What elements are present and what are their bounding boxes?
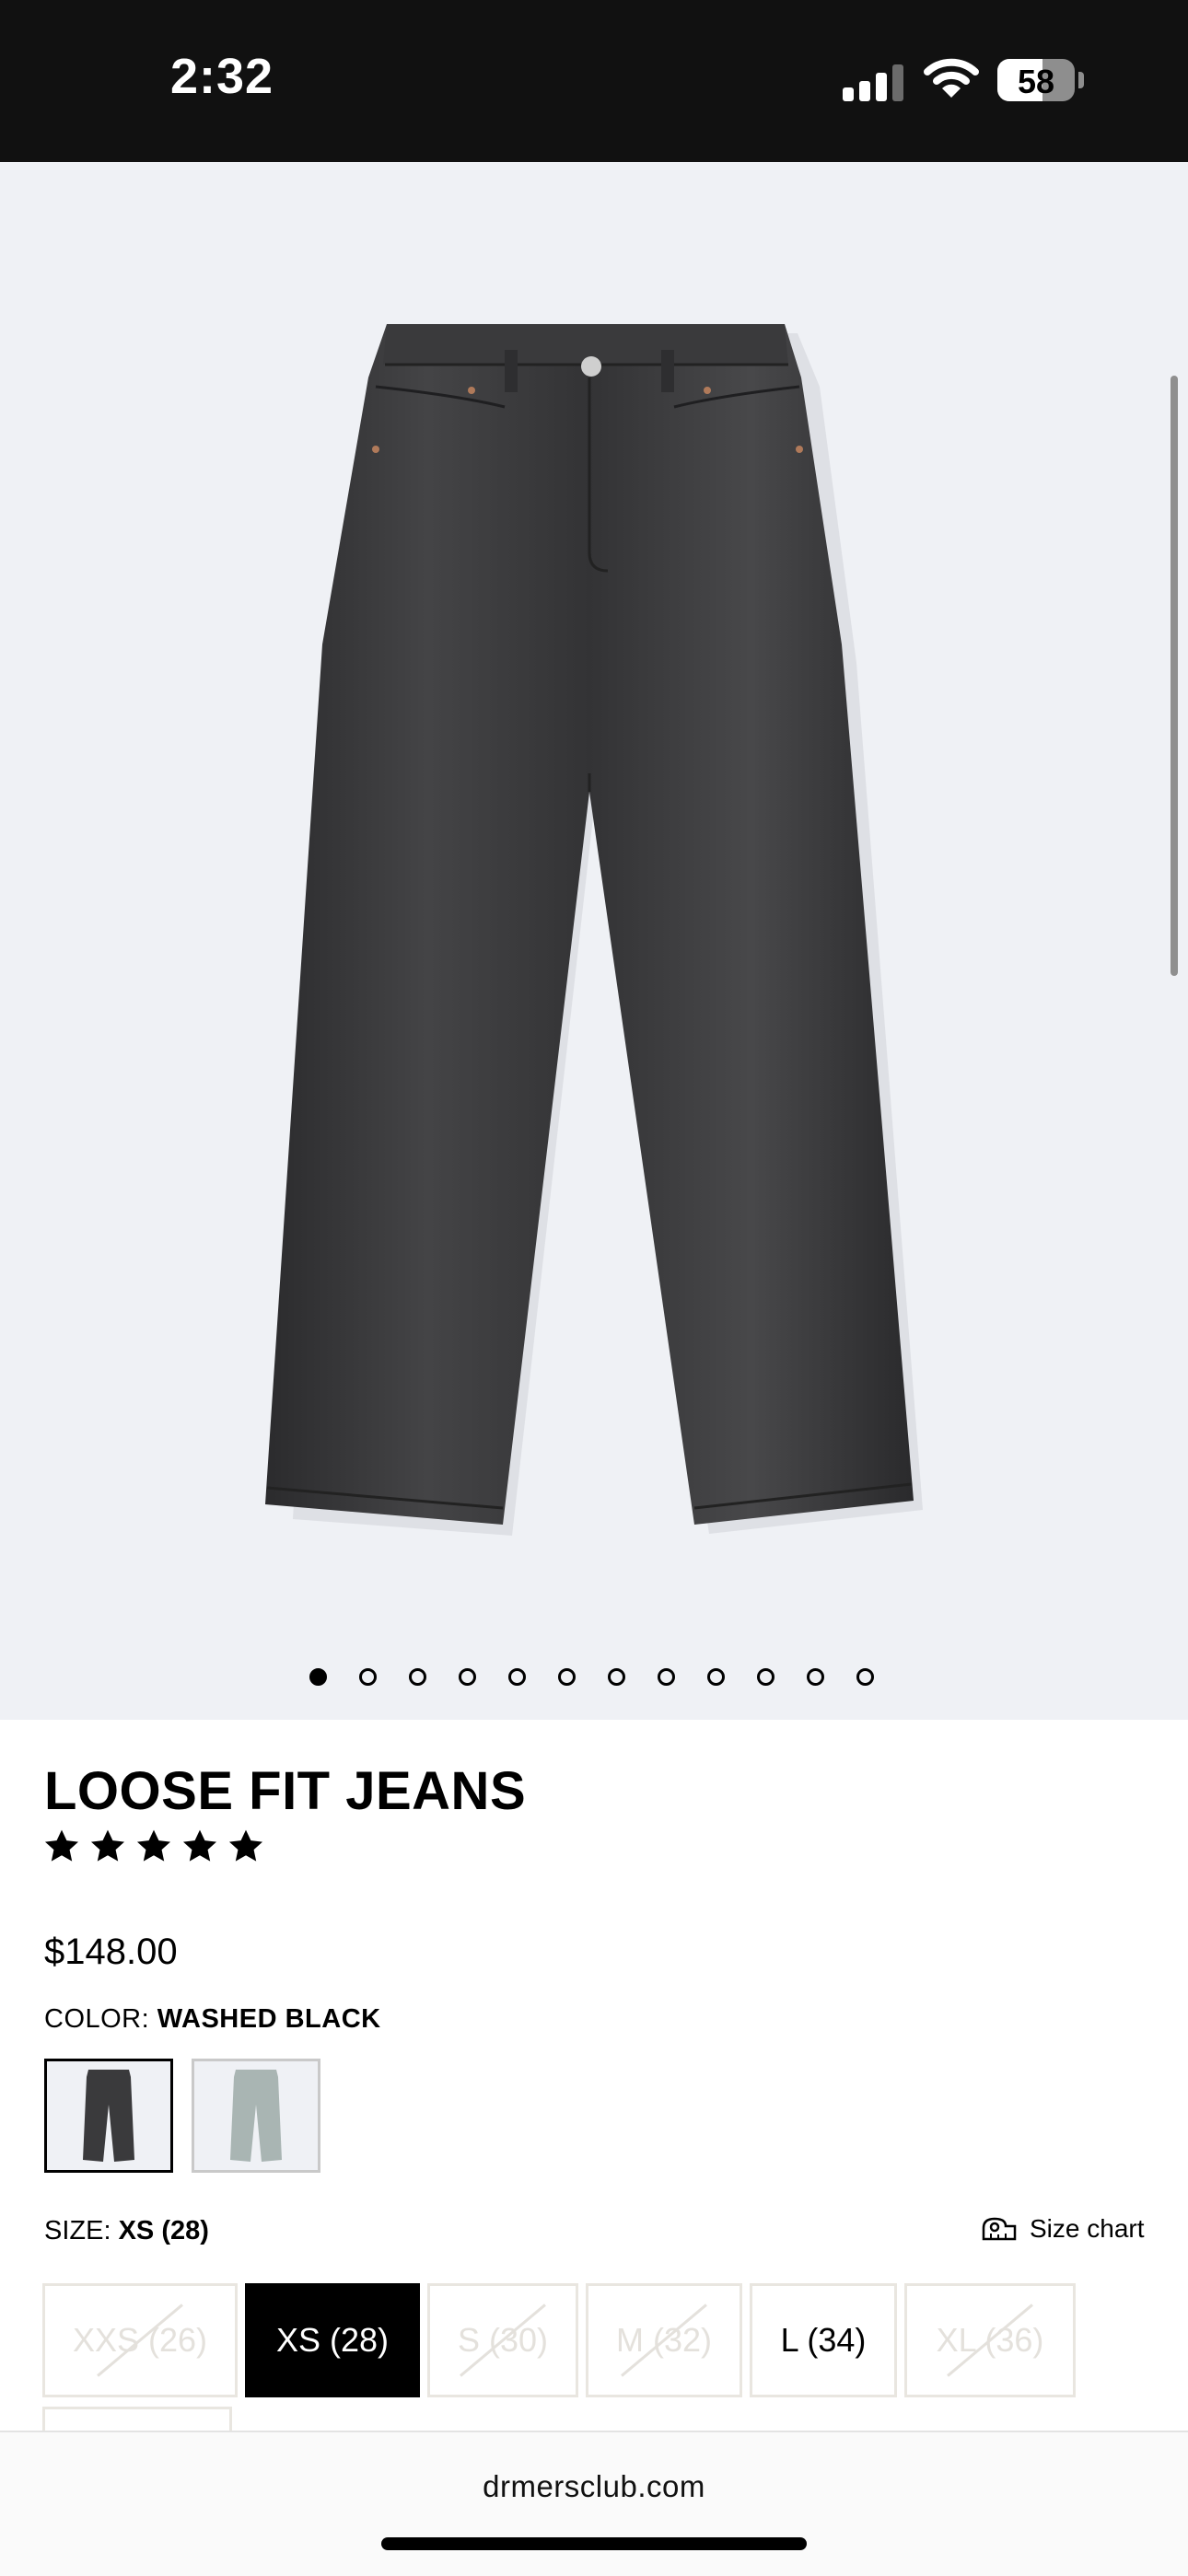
jeans-thumbnail-washed-black xyxy=(83,2070,134,2162)
battery-cap xyxy=(1078,72,1084,88)
star-icon xyxy=(228,1829,263,1862)
product-price: $148.00 xyxy=(44,1932,178,1972)
star-icon xyxy=(90,1829,125,1862)
star-icon xyxy=(44,1829,79,1862)
gallery-dot[interactable] xyxy=(757,1668,775,1686)
color-label-row: COLOR: WASHED BLACK xyxy=(44,2004,381,2035)
gallery-dot[interactable] xyxy=(359,1668,377,1686)
size-option-m[interactable]: M (32) xyxy=(586,2283,742,2397)
jeans-thumbnail-light-wash xyxy=(230,2070,282,2162)
status-bar: 2:32 58 xyxy=(0,0,1188,162)
gallery-dot[interactable] xyxy=(856,1668,874,1686)
size-option-s[interactable]: S (30) xyxy=(427,2283,578,2397)
status-time: 2:32 xyxy=(170,49,274,104)
gallery-dot[interactable] xyxy=(558,1668,576,1686)
color-swatch-light-wash[interactable] xyxy=(192,2059,320,2173)
gallery-dot[interactable] xyxy=(459,1668,476,1686)
rating-stars[interactable] xyxy=(42,1828,265,1866)
selected-size-value: XS (28) xyxy=(118,2216,209,2245)
color-swatch-washed-black[interactable] xyxy=(44,2059,173,2173)
gallery-dot[interactable] xyxy=(409,1668,426,1686)
size-option-xxs[interactable]: XXS (26) xyxy=(42,2283,238,2397)
star-icon xyxy=(182,1829,217,1862)
star-icon xyxy=(136,1829,171,1862)
size-label: SIZE: xyxy=(44,2216,111,2245)
url-text[interactable]: drmersclub.com xyxy=(0,2469,1188,2504)
browser-address-bar[interactable]: drmersclub.com xyxy=(0,2431,1188,2576)
product-title: LOOSE FIT JEANS xyxy=(44,1761,527,1821)
gallery-dot[interactable] xyxy=(508,1668,526,1686)
selected-color-value: WASHED BLACK xyxy=(157,2004,381,2034)
size-option-xl[interactable]: XL (36) xyxy=(904,2283,1076,2397)
size-option-xs[interactable]: XS (28) xyxy=(245,2283,420,2397)
size-label-row: SIZE: XS (28) xyxy=(44,2216,209,2246)
gallery-pagination[interactable] xyxy=(309,1668,874,1686)
jeans-product-image xyxy=(265,324,923,1536)
measuring-tape-icon xyxy=(982,2217,1017,2241)
size-chart-label: Size chart xyxy=(1030,2214,1145,2243)
wifi-icon xyxy=(924,58,979,98)
battery-percentage: 58 xyxy=(1017,63,1055,100)
gallery-dot[interactable] xyxy=(309,1668,327,1686)
product-image-gallery[interactable] xyxy=(0,162,1188,1720)
gallery-dot[interactable] xyxy=(707,1668,725,1686)
home-indicator[interactable] xyxy=(381,2537,807,2550)
cellular-signal-icon xyxy=(843,64,903,101)
size-chart-link[interactable]: Size chart xyxy=(980,2214,1145,2244)
battery-icon: 58 xyxy=(997,59,1075,101)
gallery-dot[interactable] xyxy=(608,1668,625,1686)
color-label: COLOR: xyxy=(44,2004,150,2034)
gallery-scrollbar[interactable] xyxy=(1171,376,1178,976)
gallery-dot[interactable] xyxy=(658,1668,675,1686)
size-option-l[interactable]: L (34) xyxy=(750,2283,897,2397)
gallery-dot[interactable] xyxy=(807,1668,824,1686)
